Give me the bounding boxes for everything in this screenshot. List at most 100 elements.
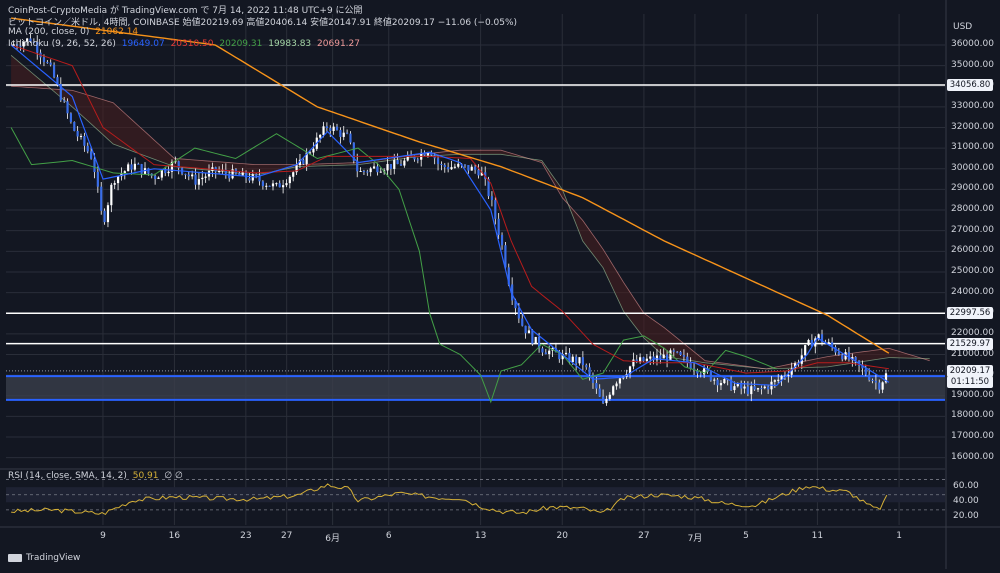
rsi-extra: ∅ ∅: [164, 471, 183, 481]
candle-body: [649, 356, 652, 359]
candle-body: [679, 351, 682, 356]
candle-body: [463, 164, 467, 166]
span-a-line: [10, 54, 930, 370]
currency-label: USD: [953, 22, 973, 32]
brand-label: TradingView: [26, 553, 81, 563]
candle-body: [500, 234, 504, 246]
candle-body: [69, 113, 73, 123]
candle-body: [261, 181, 264, 187]
candle-body: [450, 167, 453, 170]
ma200-line: [11, 17, 890, 354]
candle-body: [521, 318, 524, 326]
candle-body: [100, 186, 103, 211]
price-tick-17: 19000.00: [951, 389, 994, 400]
tenkan-line: [10, 44, 890, 387]
price-tick-20: 16000.00: [951, 451, 994, 462]
candle-body: [595, 382, 598, 389]
rsi-label: RSI (14, close, SMA, 14, 2): [8, 471, 127, 481]
ichimoku-legend[interactable]: Ichimoku (9, 26, 52, 26) 19649.07 20310.…: [8, 39, 363, 49]
chikou-value: 20209.31: [219, 39, 263, 49]
candle-body: [716, 379, 719, 386]
resistance-badge-1: 34056.80: [947, 79, 993, 92]
candle-body: [527, 330, 531, 334]
candle-body: [329, 127, 332, 131]
price-tick-4: 32000.00: [951, 121, 994, 132]
rsi-legend[interactable]: RSI (14, close, SMA, 14, 2) 50.91 ∅ ∅: [8, 471, 186, 481]
candle-body: [763, 386, 766, 389]
candle-body: [740, 383, 743, 389]
candle-body: [453, 166, 456, 168]
candle-body: [46, 62, 49, 64]
candle-body: [187, 174, 190, 177]
candle-body: [63, 100, 66, 102]
candle-body: [750, 386, 753, 395]
candle-body: [133, 163, 137, 170]
price-tick-0: 36000.00: [951, 38, 994, 49]
candle-body: [42, 57, 46, 63]
resistance-badge-2: 22997.56: [947, 307, 993, 320]
candle-body: [531, 330, 534, 344]
price-tick-14: 22000.00: [951, 327, 994, 338]
candle-body: [154, 175, 157, 180]
candle-body: [140, 164, 143, 174]
time-tick-0: 9: [100, 531, 106, 541]
candle-body: [164, 170, 167, 174]
candle-body: [605, 398, 608, 404]
candle-body: [265, 185, 268, 187]
candle-body: [86, 145, 89, 152]
candle-body: [413, 156, 416, 160]
candle-body: [571, 356, 574, 363]
candle-body: [588, 367, 591, 375]
candle-body: [618, 378, 622, 384]
candle-body: [288, 176, 291, 184]
candle-body: [403, 160, 406, 166]
price-tick-12: 24000.00: [951, 286, 994, 297]
ma-legend[interactable]: MA (200, close, 0) 21062.14: [8, 27, 141, 37]
time-tick-1: 16: [168, 531, 181, 541]
time-tick-8: 27: [638, 531, 650, 541]
time-tick-7: 20: [556, 531, 568, 541]
candle-body: [524, 325, 527, 334]
candle-body: [585, 365, 588, 368]
candle-body: [130, 164, 133, 170]
candle-body: [581, 357, 584, 366]
candle-body: [804, 345, 807, 356]
candle-body: [191, 174, 194, 177]
candle-body: [470, 166, 473, 171]
candle-body: [359, 170, 362, 172]
candle-body: [147, 168, 150, 174]
candle-body: [837, 352, 840, 355]
span-b-value: 20691.27: [317, 39, 360, 49]
price-tick-3: 33000.00: [951, 100, 994, 111]
price-tick-19: 17000.00: [951, 431, 994, 442]
candle-body: [157, 177, 160, 180]
candle-body: [868, 374, 871, 380]
price-chart[interactable]: [0, 0, 1000, 569]
price-tick-6: 30000.00: [951, 162, 994, 173]
candle-body: [689, 362, 692, 369]
candle-body: [854, 357, 857, 361]
candle-body: [874, 380, 878, 383]
candle-body: [615, 383, 618, 387]
candle-body: [255, 174, 258, 176]
candle-body: [339, 130, 342, 137]
candle-body: [672, 350, 675, 352]
ma-value: 21062.14: [95, 27, 139, 37]
time-tick-9: 7月: [687, 534, 703, 544]
candle-body: [194, 174, 197, 185]
rsi-tick-1: 40.00: [953, 496, 979, 507]
candle-body: [335, 126, 339, 131]
candle-body: [682, 355, 686, 357]
candle-body: [534, 336, 537, 344]
candle-body: [285, 183, 288, 186]
candle-body: [773, 380, 776, 382]
candle-body: [386, 164, 389, 171]
candle-body: [645, 358, 648, 361]
candle-body: [777, 379, 780, 381]
candle-body: [881, 382, 884, 390]
tradingview-logo[interactable]: TradingView: [8, 553, 80, 563]
candle-body: [541, 348, 544, 353]
candle-body: [127, 164, 130, 172]
time-tick-2: 23: [240, 531, 252, 541]
candle-body: [292, 172, 295, 177]
